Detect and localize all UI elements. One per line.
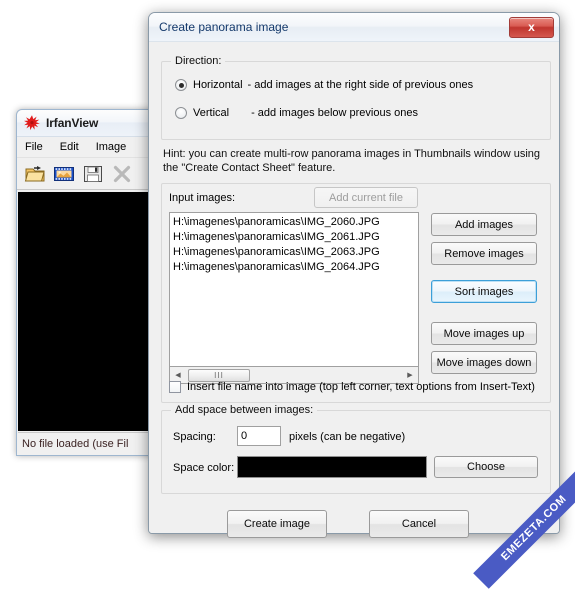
radio-vertical[interactable]: Vertical - add images below previous one… <box>175 107 418 119</box>
delete-x-icon[interactable] <box>111 163 133 185</box>
create-image-button[interactable]: Create image <box>227 510 327 538</box>
hint-line-2: the "Create Contact Sheet" feature. <box>163 162 336 174</box>
menu-edit[interactable]: Edit <box>60 141 79 153</box>
radio-vertical-label: Vertical <box>193 107 230 119</box>
spacing-input[interactable]: 0 <box>237 426 281 446</box>
spacing-label: Spacing: <box>173 431 216 443</box>
input-images-listbox[interactable]: H:\imagenes\panoramicas\IMG_2060.JPG H:\… <box>169 212 419 367</box>
radio-horizontal[interactable]: Horizontal - add images at the right sid… <box>175 79 473 91</box>
thumbnails-filmstrip-icon[interactable] <box>53 163 75 185</box>
list-item[interactable]: H:\imagenes\panoramicas\IMG_2063.JPG <box>173 245 418 260</box>
cancel-button[interactable]: Cancel <box>369 510 469 538</box>
radio-horizontal-indicator[interactable] <box>175 79 187 91</box>
dialog-title: Create panorama image <box>159 20 289 34</box>
radio-horizontal-description: - add images at the right side of previo… <box>247 79 474 91</box>
radio-horizontal-label: Horizontal <box>193 79 243 91</box>
space-color-label: Space color: <box>173 462 235 474</box>
move-images-up-button[interactable]: Move images up <box>431 322 537 345</box>
sort-images-button[interactable]: Sort images <box>431 280 537 303</box>
list-item[interactable]: H:\imagenes\panoramicas\IMG_2064.JPG <box>173 260 418 275</box>
menu-file[interactable]: File <box>25 141 43 153</box>
direction-groupbox: Direction: Horizontal - add images at th… <box>161 55 551 140</box>
list-item[interactable]: H:\imagenes\panoramicas\IMG_2061.JPG <box>173 230 418 245</box>
insert-filename-checkbox[interactable] <box>169 381 181 393</box>
irfanview-title: IrfanView <box>46 116 99 130</box>
direction-group-label: Direction: <box>171 55 226 67</box>
choose-color-button[interactable]: Choose <box>434 456 538 478</box>
insert-filename-label: Insert file name into image (top left co… <box>187 381 535 393</box>
list-item[interactable]: H:\imagenes\panoramicas\IMG_2060.JPG <box>173 215 418 230</box>
save-floppy-icon[interactable] <box>82 163 104 185</box>
add-images-button[interactable]: Add images <box>431 213 537 236</box>
dialog-body: Direction: Horizontal - add images at th… <box>149 42 559 538</box>
hint-line-1: Hint: you can create multi-row panorama … <box>163 148 541 160</box>
insert-filename-checkbox-row[interactable]: Insert file name into image (top left co… <box>169 381 535 393</box>
menu-image[interactable]: Image <box>96 141 127 153</box>
close-icon[interactable]: x <box>509 16 554 38</box>
dialog-titlebar: Create panorama image x <box>149 13 559 42</box>
spacing-units-label: pixels (can be negative) <box>289 431 406 443</box>
hint-text: Hint: you can create multi-row panorama … <box>163 147 547 175</box>
remove-images-button[interactable]: Remove images <box>431 242 537 265</box>
space-color-swatch[interactable] <box>237 456 427 478</box>
scrollbar-thumb[interactable]: III <box>188 368 250 382</box>
irfanview-starburst-icon <box>23 114 41 132</box>
radio-vertical-indicator[interactable] <box>175 107 187 119</box>
create-panorama-dialog: Create panorama image x Direction: Horiz… <box>148 12 560 538</box>
move-images-down-button[interactable]: Move images down <box>431 351 537 374</box>
status-text: No file loaded (use Fil <box>22 438 129 450</box>
radio-vertical-description: - add images below previous ones <box>251 107 419 119</box>
spacing-groupbox: Add space between images: Spacing: 0 pix… <box>161 404 551 494</box>
spacing-group-label: Add space between images: <box>171 404 318 416</box>
open-folder-icon[interactable] <box>24 163 46 185</box>
input-images-label: Input images: <box>169 192 236 204</box>
add-current-file-button[interactable]: Add current file <box>314 187 418 208</box>
